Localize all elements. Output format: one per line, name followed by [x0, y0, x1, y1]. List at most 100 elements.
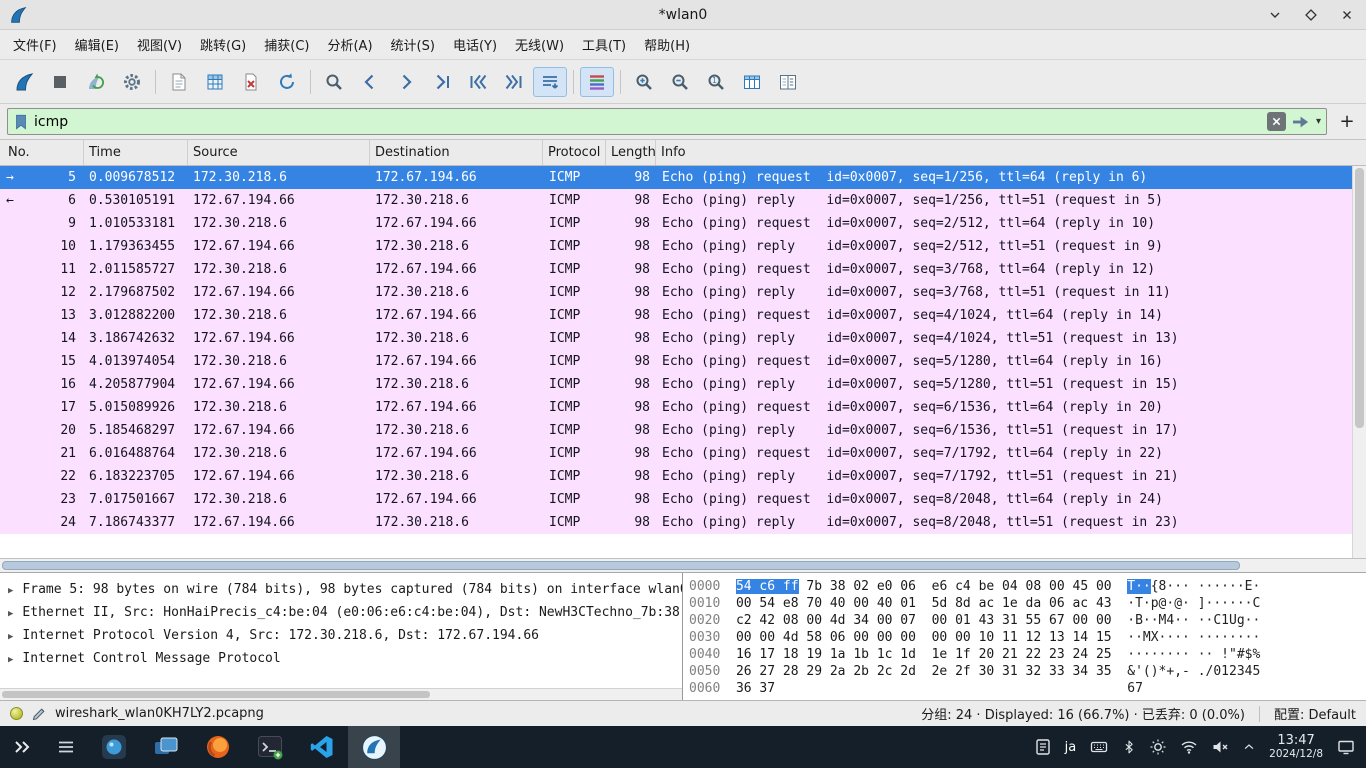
find-packet-button[interactable] — [317, 67, 351, 97]
packet-row[interactable]: 21 6.016488764 172.30.218.6 172.67.194.6… — [0, 442, 1352, 465]
packet-row[interactable]: 20 5.185468297 172.67.194.66 172.30.218.… — [0, 419, 1352, 442]
notes-icon[interactable] — [1034, 738, 1052, 756]
hex-line[interactable]: 004016 17 18 19 1a 1b 1c 1d 1e 1f 20 21 … — [689, 646, 1366, 663]
hex-dump-pane[interactable]: 000054 c6 ff 7b 38 02 e0 06 e6 c4 be 04 … — [683, 573, 1366, 700]
menu-item[interactable]: 分析(A) — [318, 31, 381, 58]
packet-row[interactable]: 15 4.013974054 172.30.218.6 172.67.194.6… — [0, 350, 1352, 373]
packet-list-vscrollbar[interactable] — [1352, 166, 1366, 558]
panel-expand-icon[interactable] — [1242, 740, 1256, 754]
save-file-button[interactable] — [198, 67, 232, 97]
terminal-icon[interactable] — [244, 726, 296, 768]
last-packet-button[interactable] — [497, 67, 531, 97]
restart-capture-button[interactable] — [79, 67, 113, 97]
menu-item[interactable]: 电话(Y) — [444, 31, 506, 58]
packet-row[interactable]: →5 0.009678512 172.30.218.6 172.67.194.6… — [0, 166, 1352, 189]
hex-line[interactable]: 003000 00 4d 58 06 00 00 00 00 00 10 11 … — [689, 629, 1366, 646]
display-icon[interactable] — [1336, 738, 1356, 756]
menu-item[interactable]: 工具(T) — [573, 31, 635, 58]
menu-item[interactable]: 无线(W) — [506, 31, 573, 58]
capture-comment-icon[interactable] — [31, 706, 47, 722]
capture-options-button[interactable] — [115, 67, 149, 97]
hscrollbar-handle[interactable] — [2, 561, 1240, 570]
packet-row[interactable]: 24 7.186743377 172.67.194.66 172.30.218.… — [0, 511, 1352, 534]
menu-item[interactable]: 统计(S) — [382, 31, 444, 58]
previous-packet-button[interactable] — [353, 67, 387, 97]
packet-row[interactable]: 17 5.015089926 172.30.218.6 172.67.194.6… — [0, 396, 1352, 419]
expander-icon[interactable]: ▶ — [8, 609, 13, 619]
packet-list-hscrollbar[interactable] — [0, 558, 1366, 572]
applications-menu-button[interactable] — [0, 726, 44, 768]
profile-label[interactable]: 配置: Default — [1274, 704, 1356, 723]
details-hscrollbar-handle[interactable] — [2, 691, 430, 698]
zoom-out-button[interactable] — [663, 67, 697, 97]
open-file-button[interactable] — [162, 67, 196, 97]
packet-row[interactable]: 13 3.012882200 172.30.218.6 172.67.194.6… — [0, 304, 1352, 327]
expander-icon[interactable]: ▶ — [8, 586, 13, 596]
titlebar[interactable]: *wlan0 — [0, 0, 1366, 30]
menu-item[interactable]: 捕获(C) — [255, 31, 318, 58]
close-file-button[interactable] — [234, 67, 268, 97]
packet-row[interactable]: 12 2.179687502 172.67.194.66 172.30.218.… — [0, 281, 1352, 304]
packet-row[interactable]: 9 1.010533181 172.30.218.6 172.67.194.66… — [0, 212, 1352, 235]
menu-item[interactable]: 帮助(H) — [635, 31, 699, 58]
minimize-button[interactable] — [1264, 4, 1286, 26]
input-method-indicator[interactable]: ja — [1065, 740, 1077, 755]
volume-muted-icon[interactable] — [1211, 738, 1229, 756]
bluetooth-icon[interactable] — [1122, 738, 1136, 756]
filter-bookmark-icon[interactable] — [13, 113, 29, 131]
auto-scroll-button[interactable] — [533, 67, 567, 97]
expander-icon[interactable]: ▶ — [8, 655, 13, 665]
packet-row[interactable]: 11 2.011585727 172.30.218.6 172.67.194.6… — [0, 258, 1352, 281]
column-header-destination[interactable]: Destination — [370, 140, 543, 165]
stop-capture-button[interactable] — [43, 67, 77, 97]
colorize-button[interactable] — [580, 67, 614, 97]
packet-row[interactable]: 10 1.179363455 172.67.194.66 172.30.218.… — [0, 235, 1352, 258]
filter-apply-button[interactable] — [1291, 114, 1311, 130]
wireshark-taskbar-icon[interactable] — [348, 726, 400, 768]
expert-info-icon[interactable] — [10, 707, 23, 720]
hex-line[interactable]: 006036 3767 — [689, 680, 1366, 697]
packet-row[interactable]: 16 4.205877904 172.67.194.66 172.30.218.… — [0, 373, 1352, 396]
detail-row[interactable]: ▶Internet Control Message Protocol — [0, 647, 682, 670]
menu-item[interactable]: 视图(V) — [128, 31, 191, 58]
zoom-in-button[interactable] — [627, 67, 661, 97]
hex-line[interactable]: 001000 54 e8 70 40 00 40 01 5d 8d ac 1e … — [689, 595, 1366, 612]
packet-row[interactable]: 14 3.186742632 172.67.194.66 172.30.218.… — [0, 327, 1352, 350]
hex-line[interactable]: 0020c2 42 08 00 4d 34 00 07 00 01 43 31 … — [689, 612, 1366, 629]
vscode-icon[interactable] — [296, 726, 348, 768]
column-header-time[interactable]: Time — [84, 140, 188, 165]
display-filter-input[interactable] — [34, 114, 1262, 130]
column-header-protocol[interactable]: Protocol — [543, 140, 606, 165]
vscrollbar-handle[interactable] — [1355, 168, 1364, 428]
filter-clear-button[interactable] — [1267, 112, 1286, 131]
file-manager-icon[interactable] — [140, 726, 192, 768]
close-button[interactable] — [1336, 4, 1358, 26]
zoom-reset-button[interactable]: 1 — [699, 67, 733, 97]
toggle-columns-button[interactable] — [771, 67, 805, 97]
firefox-icon[interactable] — [192, 726, 244, 768]
keyboard-icon[interactable] — [1089, 738, 1109, 756]
column-header-info[interactable]: Info — [656, 140, 1366, 165]
detail-row[interactable]: ▶Frame 5: 98 bytes on wire (784 bits), 9… — [0, 578, 682, 601]
packet-row[interactable]: 22 6.183223705 172.67.194.66 172.30.218.… — [0, 465, 1352, 488]
resize-columns-button[interactable] — [735, 67, 769, 97]
expander-icon[interactable]: ▶ — [8, 632, 13, 642]
detail-row[interactable]: ▶Ethernet II, Src: HonHaiPrecis_c4:be:04… — [0, 601, 682, 624]
goto-packet-button[interactable] — [425, 67, 459, 97]
column-header-no[interactable]: No. — [0, 140, 84, 165]
column-header-source[interactable]: Source — [188, 140, 370, 165]
detail-row[interactable]: ▶Internet Protocol Version 4, Src: 172.3… — [0, 624, 682, 647]
start-capture-button[interactable] — [7, 67, 41, 97]
hex-line[interactable]: 005026 27 28 29 2a 2b 2c 2d 2e 2f 30 31 … — [689, 663, 1366, 680]
filter-add-button[interactable]: + — [1335, 111, 1359, 132]
column-header-length[interactable]: Length — [606, 140, 656, 165]
display-filter-field[interactable]: ▾ — [7, 108, 1327, 135]
menu-item[interactable]: 编辑(E) — [66, 31, 128, 58]
color-temperature-icon[interactable] — [1149, 738, 1167, 756]
details-hscrollbar[interactable] — [0, 688, 682, 700]
next-packet-button[interactable] — [389, 67, 423, 97]
maximize-button[interactable] — [1300, 4, 1322, 26]
clock[interactable]: 13:47 2024/12/8 — [1269, 734, 1323, 761]
hex-line[interactable]: 000054 c6 ff 7b 38 02 e0 06 e6 c4 be 04 … — [689, 578, 1366, 595]
app-launcher-1-icon[interactable] — [88, 726, 140, 768]
